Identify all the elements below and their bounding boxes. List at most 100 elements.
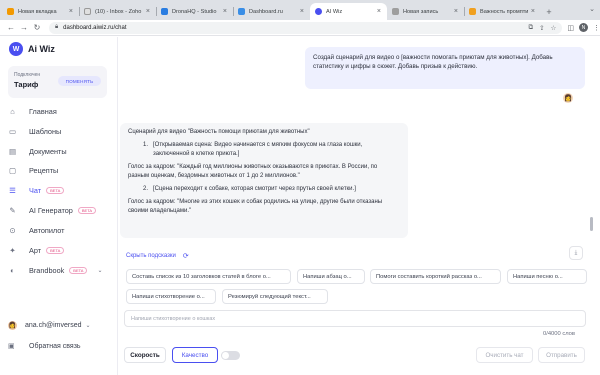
close-icon[interactable]: × xyxy=(454,8,458,15)
lock-icon[interactable]: 🔒︎ xyxy=(55,24,58,31)
user-email: ana.ch@imversed xyxy=(25,322,82,329)
ai-generator-icon: ✎ xyxy=(9,205,16,215)
quality-mode-button[interactable]: Качество xyxy=(172,347,218,363)
browser-tab[interactable]: Важность промпти × xyxy=(464,3,541,20)
url-field[interactable]: 🔒︎ dashboard.aiwiz.ru/chat ⧉ ⇪ ☆ xyxy=(48,21,563,34)
beta-badge: BETA xyxy=(46,186,65,194)
speed-mode-button[interactable]: Скорость xyxy=(124,347,166,363)
star-icon[interactable]: ☆ xyxy=(551,24,557,32)
suggestion-chip[interactable]: Составь список из 10 заголовков статей в… xyxy=(126,269,291,284)
sidebar-item-label: AI Генератор xyxy=(29,205,73,215)
plan-card: Подключен Тариф ПОМЕНЯТЬ xyxy=(8,66,107,98)
download-icon[interactable]: ⤓ xyxy=(569,246,583,260)
scrollbar[interactable] xyxy=(590,217,593,231)
user-message: Создай сценарий для видео о [важности по… xyxy=(305,47,585,89)
user-menu[interactable]: 👩 ana.ch@imversed ⌄ xyxy=(8,321,91,330)
browser-tab-active[interactable]: AI Wiz × xyxy=(310,3,387,20)
suggestion-chip[interactable]: Резюмируй следующий текст... xyxy=(222,289,328,304)
suggestion-chip[interactable]: Напиши стихотворение о... xyxy=(126,289,216,304)
sidebar-item-label: Арт xyxy=(29,245,42,255)
sidebar-item-chat[interactable]: ☰ Чат BETA xyxy=(8,183,110,197)
voiceover-text: Голос за кадром: "Многие из этих кошек и… xyxy=(128,199,383,214)
list-item: 1. [Открываемая сцена: Видео начинается … xyxy=(128,141,400,159)
profile-avatar[interactable]: N xyxy=(579,23,588,32)
logo-text: Ai Wiz xyxy=(28,44,55,54)
documents-icon: ▤ xyxy=(8,146,17,156)
sidebar-item-label: Шаблоны xyxy=(29,126,62,136)
hide-hints-link[interactable]: Скрыть подсказки xyxy=(126,253,176,259)
chevron-down-icon[interactable]: ⌄ xyxy=(97,267,102,274)
brandbook-icon: ◐ xyxy=(10,265,15,275)
tab-favicon-icon xyxy=(7,8,14,15)
beta-badge: BETA xyxy=(46,246,65,254)
tab-title: DronaHQ - Studio xyxy=(172,8,217,15)
feedback-label: Обратная связь xyxy=(29,342,81,350)
browser-tab[interactable]: Dashboard.ru × xyxy=(233,3,310,20)
close-icon[interactable]: × xyxy=(146,8,150,15)
sidebar-item-ai-generator[interactable]: ✎ AI Генератор BETA xyxy=(8,203,110,217)
tab-favicon-icon xyxy=(84,8,91,15)
reload-icon[interactable]: ↻ xyxy=(32,23,42,32)
sidebar-item-label: Чат xyxy=(29,185,42,195)
recipes-icon: ▢ xyxy=(8,165,17,175)
refresh-icon[interactable]: ⟳ xyxy=(183,252,189,260)
browser-tab[interactable]: DronaHQ - Studio × xyxy=(156,3,233,20)
send-button[interactable]: Отправить xyxy=(538,347,585,363)
suggestion-chip[interactable]: Помоги составить короткий рассказ о... xyxy=(370,269,501,284)
browser-tab-strip: Новая вкладка × (10) - Inbox - Zoho × Dron… xyxy=(0,0,600,20)
message-input[interactable]: Напиши стихотворение о кошках xyxy=(124,310,586,327)
hints-toggle[interactable]: Скрыть подсказки ⟳ xyxy=(126,252,189,260)
extensions-icon[interactable]: ◫ xyxy=(567,24,574,32)
art-icon: ✦ xyxy=(9,245,16,255)
list-item-text: [Сцена переходит к собаке, которая смотр… xyxy=(153,186,356,192)
close-icon[interactable]: × xyxy=(377,8,381,15)
close-icon[interactable]: × xyxy=(531,8,535,15)
back-icon[interactable]: ← xyxy=(6,23,16,32)
chat-area: Создай сценарий для видео о [важности по… xyxy=(119,37,600,375)
word-counter: 0/4000 слов xyxy=(543,331,575,337)
menu-icon[interactable]: ⋮ xyxy=(593,24,600,32)
sidebar-item-home[interactable]: ⌂ Главная xyxy=(8,104,110,118)
templates-icon: ▭ xyxy=(8,126,17,136)
chat-icon: ☰ xyxy=(9,185,16,195)
sidebar-item-recipes[interactable]: ▢ Рецепты xyxy=(8,163,110,177)
suggestion-chip[interactable]: Напиши песню о... xyxy=(507,269,587,284)
suggestion-chip[interactable]: Напиши абзац о... xyxy=(297,269,365,284)
chevron-down-icon[interactable]: ⌄ xyxy=(86,322,91,329)
share-icon[interactable]: ⇪ xyxy=(539,24,544,32)
home-icon: ⌂ xyxy=(10,106,15,116)
beta-badge: BETA xyxy=(77,206,97,214)
logo[interactable]: W Ai Wiz xyxy=(9,42,55,56)
clear-chat-button[interactable]: Очистить чат xyxy=(476,347,533,363)
browser-tab[interactable]: (10) - Inbox - Zoho × xyxy=(79,3,156,20)
autopilot-icon: ⊙ xyxy=(9,225,16,235)
close-icon[interactable]: × xyxy=(69,8,73,15)
sidebar-item-documents[interactable]: ▤ Документы xyxy=(8,144,110,158)
sidebar-item-art[interactable]: ✦ Арт BETA xyxy=(8,243,110,257)
browser-tab[interactable]: Новая запись × xyxy=(387,3,464,20)
avatar: 👩 xyxy=(8,321,17,330)
sidebar-item-label: Автопилот xyxy=(29,225,65,235)
beta-badge: BETA xyxy=(69,266,88,274)
tab-title: (10) - Inbox - Zoho xyxy=(95,8,142,15)
browser-tab[interactable]: Новая вкладка × xyxy=(2,3,79,20)
tab-title: Новая вкладка xyxy=(18,8,57,15)
address-bar: ← → ↻ 🔒︎ dashboard.aiwiz.ru/chat ⧉ ⇪ ☆ ◫… xyxy=(0,20,600,36)
tab-search-icon[interactable]: ⌄ xyxy=(589,5,595,13)
close-icon[interactable]: × xyxy=(300,8,304,15)
sidebar-item-brandbook[interactable]: ◐ Brandbook BETA ⌄ xyxy=(8,263,110,277)
sidebar-item-autopilot[interactable]: ⊙ Автопилот xyxy=(8,223,110,237)
script-title: Сценарий для видео "Важность помощи прию… xyxy=(128,129,310,135)
tab-title: Важность промпти xyxy=(480,8,529,15)
toggle-switch[interactable] xyxy=(221,351,240,360)
forward-icon[interactable]: → xyxy=(19,23,29,32)
sidebar-item-templates[interactable]: ▭ Шаблоны xyxy=(8,124,110,138)
feedback-icon: ▣ xyxy=(8,343,15,350)
list-item: 2. [Сцена переходит к собаке, которая см… xyxy=(128,185,400,194)
new-tab-icon[interactable]: + xyxy=(543,3,555,20)
change-plan-button[interactable]: ПОМЕНЯТЬ xyxy=(58,76,101,86)
translate-icon[interactable]: ⧉ xyxy=(528,24,533,32)
url-text: dashboard.aiwiz.ru/chat xyxy=(63,24,127,31)
feedback-link[interactable]: ▣ Обратная связь xyxy=(8,342,81,351)
close-icon[interactable]: × xyxy=(223,8,227,15)
